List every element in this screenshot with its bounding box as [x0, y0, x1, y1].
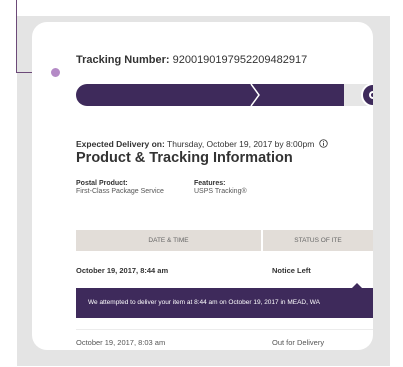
features-value: USPS Tracking®: [194, 188, 247, 195]
row-divider: [76, 329, 373, 330]
table-row-status: Out for Delivery: [272, 338, 325, 347]
table-row-date: October 19, 2017, 8:44 am: [76, 266, 169, 275]
tracking-card: Tracking Number: 9200190197952209482917 …: [32, 22, 373, 350]
table-header-date: DATE & TIME: [76, 230, 261, 251]
table-row-status: Notice Left: [272, 266, 311, 275]
callout-marker-dot: [49, 66, 62, 79]
postal-product-value: First-Class Package Service: [76, 188, 164, 195]
expected-delivery-label: Expected Delivery on:: [76, 139, 165, 149]
expected-delivery-value: Thursday, October 19, 2017 by 8:00pm: [167, 139, 315, 149]
table-header-status: STATUS OF ITE: [263, 230, 373, 251]
delivery-attempt-message: We attempted to deliver your item at 8:4…: [76, 288, 373, 318]
tracking-number-value: 9200190197952209482917: [172, 54, 308, 66]
table-row-date: October 19, 2017, 8:03 am: [76, 338, 166, 347]
progress-chevron-icon: [250, 84, 260, 106]
tracking-number: Tracking Number: 9200190197952209482917: [76, 54, 307, 66]
tracking-progress-bar: [76, 83, 373, 109]
progress-fill: [76, 84, 344, 106]
features-label: Features:: [194, 180, 226, 187]
expected-delivery: Expected Delivery on: Thursday, October …: [76, 139, 328, 149]
tracking-number-label: Tracking Number:: [76, 54, 170, 66]
progress-node-center: [371, 93, 373, 97]
postal-product-label: Postal Product:: [76, 180, 128, 187]
info-icon[interactable]: [318, 139, 328, 148]
section-title: Product & Tracking Information: [76, 150, 293, 166]
callout-leader-line: [16, 0, 17, 73]
